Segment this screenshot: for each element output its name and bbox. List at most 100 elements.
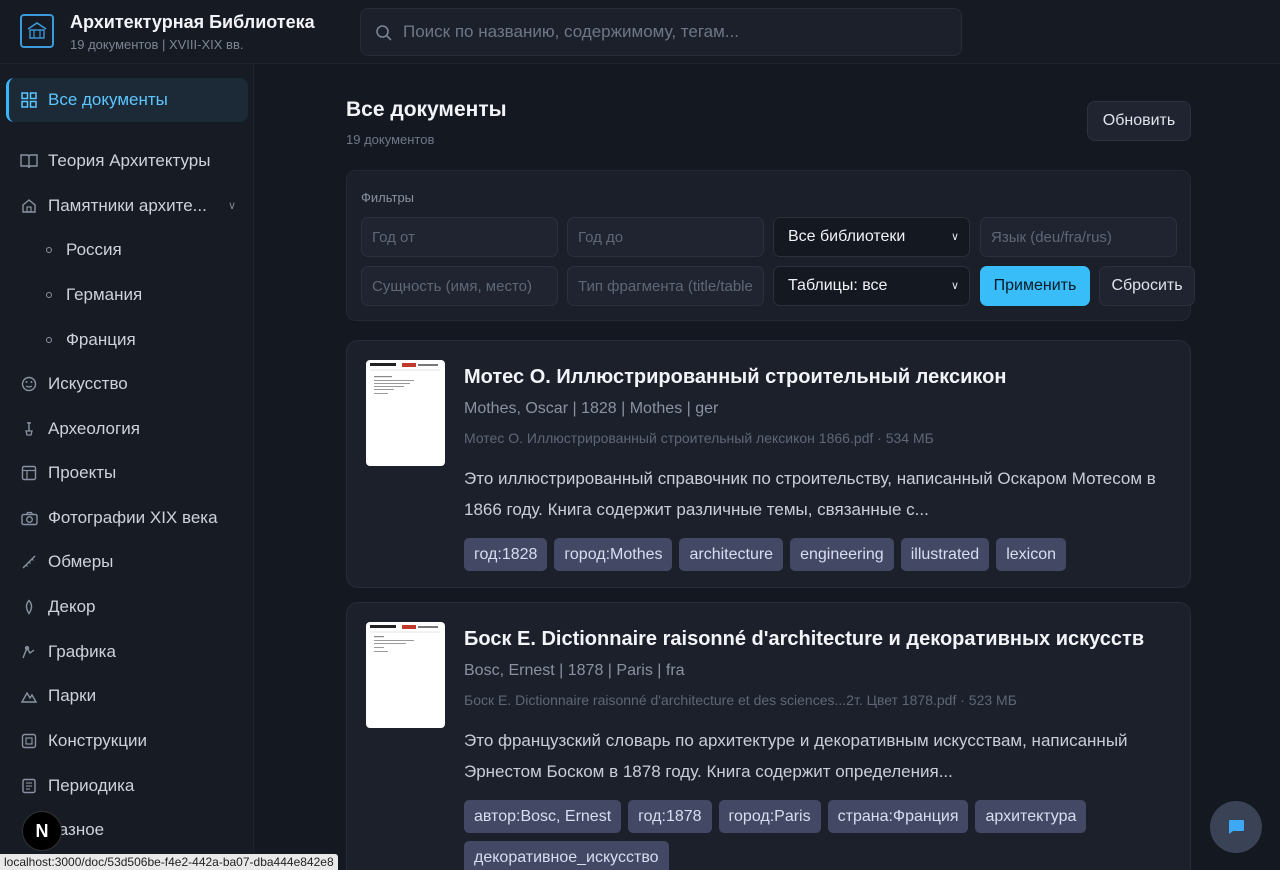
sidebar-item-monuments[interactable]: Памятники архите... ∨ [6, 184, 248, 228]
book-open-icon [20, 152, 38, 170]
sidebar-item-label: Фотографии XIX века [48, 508, 218, 527]
tag-chip[interactable]: декоративное_искусство [464, 841, 669, 870]
sidebar-item-label: Германия [66, 285, 143, 304]
apply-button[interactable]: Применить [980, 266, 1090, 306]
sidebar-item-label: Обмеры [48, 552, 114, 571]
document-description: Это иллюстрированный справочник по строи… [464, 469, 1156, 519]
document-card[interactable]: Мотес О. Иллюстрированный строительный л… [346, 340, 1191, 588]
sidebar-item-label: Конструкции [48, 731, 147, 750]
chat-bubble-icon [1229, 820, 1244, 834]
sidebar-item-france[interactable]: Франция [6, 318, 248, 362]
sidebar-item-label: Все документы [48, 90, 168, 109]
library-select-value: Все библиотеки [788, 228, 906, 245]
refresh-button[interactable]: Обновить [1087, 101, 1191, 141]
dev-tools-badge[interactable]: N [22, 811, 62, 851]
home-icon [20, 197, 38, 215]
status-bar-url: localhost:3000/doc/53d506be-f4e2-442a-ba… [0, 854, 338, 870]
pen-tool-icon [20, 643, 38, 661]
circle-icon [46, 247, 52, 253]
document-thumbnail[interactable] [366, 622, 445, 728]
chevron-down-icon[interactable]: ∨ [228, 199, 236, 212]
layout-icon [20, 464, 38, 482]
tables-select-value: Таблицы: все [788, 277, 888, 294]
sidebar-item-label: Памятники архите... [48, 196, 207, 215]
tag-chip[interactable]: lexicon [996, 538, 1066, 571]
chat-button[interactable] [1210, 801, 1262, 853]
tag-list: автор:Bosc, Ernest год:1878 город:Paris … [464, 800, 1164, 870]
palette-icon [20, 375, 38, 393]
ruler-icon [20, 553, 38, 571]
document-file: Боск Е. Dictionnaire raisonné d'architec… [464, 692, 1017, 708]
sidebar-item-parks[interactable]: Парки [6, 674, 248, 718]
tag-chip[interactable]: автор:Bosc, Ernest [464, 800, 622, 833]
filters-label: Фильтры [361, 190, 415, 205]
chevron-down-icon: ∨ [950, 280, 959, 292]
grid-icon [20, 91, 38, 109]
leaf-icon [20, 598, 38, 616]
sidebar-item-label: Графика [48, 642, 116, 661]
sidebar-item-label: Россия [66, 240, 122, 259]
tag-chip[interactable]: год:1878 [628, 800, 712, 833]
tag-list: год:1828 город:Mothes architecture engin… [464, 538, 1164, 571]
year-to-input[interactable] [567, 217, 764, 257]
library-logo-icon[interactable] [20, 14, 54, 48]
chevron-down-icon: ∨ [950, 231, 959, 243]
tag-chip[interactable]: город:Paris [718, 800, 821, 833]
fragment-type-input[interactable] [567, 266, 764, 306]
search-icon [376, 25, 392, 41]
year-from-input[interactable] [361, 217, 558, 257]
sidebar-item-decor[interactable]: Декор [6, 585, 248, 629]
mountain-icon [20, 687, 38, 705]
sidebar-item-label: Декор [48, 597, 96, 616]
top-header: Архитектурная Библиотека 19 документов |… [0, 0, 1280, 64]
app-subtitle: 19 документов | XVIII-XIX вв. [70, 37, 244, 52]
camera-icon [20, 509, 38, 527]
sidebar-item-constructions[interactable]: Конструкции [6, 719, 248, 763]
filters-panel: Фильтры Все библиотеки ∨ Таблицы: все ∨ … [346, 170, 1195, 321]
document-meta: Bosc, Ernest | 1878 | Paris | fra [464, 662, 685, 679]
language-input[interactable] [980, 217, 1177, 257]
tag-chip[interactable]: страна:Франция [827, 800, 969, 833]
entity-input[interactable] [361, 266, 558, 306]
tag-chip[interactable]: architecture [679, 538, 784, 571]
search-box[interactable] [360, 8, 962, 56]
document-thumbnail[interactable] [366, 360, 445, 466]
columns-icon [20, 732, 38, 750]
sidebar-item-label: Парки [48, 686, 97, 705]
tables-select[interactable]: Таблицы: все ∨ [773, 266, 970, 306]
document-card[interactable]: Боск Е. Dictionnaire raisonné d'architec… [346, 602, 1191, 870]
newspaper-icon [20, 777, 38, 795]
document-file: Мотес О. Иллюстрированный строительный л… [464, 430, 934, 446]
circle-icon [46, 337, 52, 343]
sidebar-item-projects[interactable]: Проекты [6, 451, 248, 495]
sidebar-item-theory[interactable]: Теория Архитектуры [6, 139, 248, 183]
reset-button[interactable]: Сбросить [1099, 266, 1195, 306]
tag-chip[interactable]: engineering [790, 538, 894, 571]
search-input[interactable] [403, 9, 953, 55]
sidebar-item-label: Франция [66, 330, 136, 349]
page-title: Все документы [346, 98, 507, 121]
sidebar-item-germany[interactable]: Германия [6, 273, 248, 317]
tag-chip[interactable]: город:Mothes [554, 538, 673, 571]
library-select[interactable]: Все библиотеки ∨ [773, 217, 970, 257]
sidebar-item-label: Проекты [48, 463, 117, 482]
tag-chip[interactable]: год:1828 [464, 538, 548, 571]
app-title: Архитектурная Библиотека [70, 12, 315, 32]
document-title[interactable]: Мотес О. Иллюстрированный строительный л… [464, 366, 1006, 389]
sidebar-item-label: Археология [48, 419, 140, 438]
document-description: Это французский словарь по архитектуре и… [464, 731, 1128, 781]
document-meta: Mothes, Oscar | 1828 | Mothes | ger [464, 400, 719, 417]
document-title[interactable]: Боск Е. Dictionnaire raisonné d'architec… [464, 628, 1144, 651]
sidebar-item-measurements[interactable]: Обмеры [6, 540, 248, 584]
tag-chip[interactable]: illustrated [900, 538, 990, 571]
sidebar-item-all-documents[interactable]: Все документы [6, 78, 248, 122]
sidebar-item-periodicals[interactable]: Периодика [6, 764, 248, 808]
sidebar-item-russia[interactable]: Россия [6, 228, 248, 272]
sidebar-item-graphics[interactable]: Графика [6, 630, 248, 674]
sidebar-item-label: Искусство [48, 374, 128, 393]
tag-chip[interactable]: архитектура [975, 800, 1087, 833]
sidebar-item-art[interactable]: Искусство [6, 362, 248, 406]
sidebar-item-archaeology[interactable]: Археология [6, 407, 248, 451]
sidebar-item-photos[interactable]: Фотографии XIX века [6, 496, 248, 540]
sidebar-item-label: Периодика [48, 776, 135, 795]
